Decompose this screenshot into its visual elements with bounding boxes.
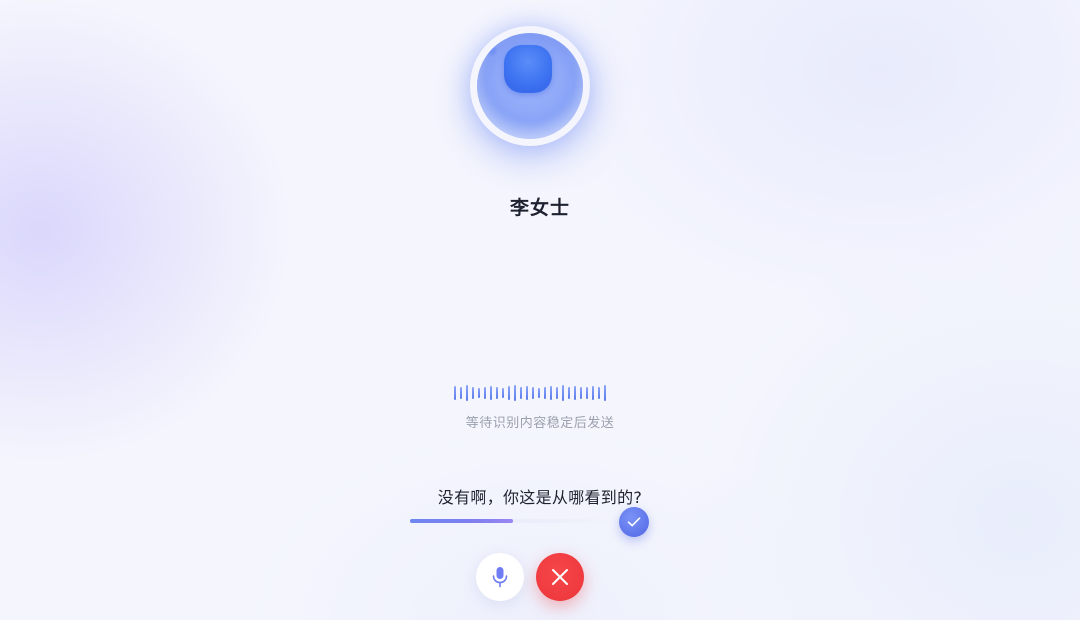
waveform-bar	[466, 385, 468, 401]
waveform-bar	[484, 387, 486, 399]
microphone-icon	[492, 567, 508, 588]
waveform-bar	[508, 386, 510, 400]
waveform-bar	[454, 386, 456, 400]
waveform-bar	[514, 385, 516, 401]
waveform-bar	[604, 385, 606, 401]
waveform-bar	[550, 386, 552, 400]
checkmark-icon	[627, 517, 641, 527]
voice-waveform-icon	[450, 384, 610, 402]
waveform-bar	[544, 387, 546, 399]
waveform-bar	[586, 387, 588, 399]
recognition-status-text: 等待识别内容稳定后发送	[465, 416, 615, 431]
transcript-text: 没有啊，你这是从哪看到的?	[437, 488, 643, 507]
waveform-bar	[472, 387, 474, 399]
waveform-bar	[526, 386, 528, 400]
contact-name: 李女士	[509, 197, 570, 219]
hang-up-button[interactable]	[536, 553, 584, 601]
waveform-bar	[574, 386, 576, 400]
waveform-bar	[580, 387, 582, 399]
waveform-bar	[592, 386, 594, 400]
microphone-button[interactable]	[476, 553, 524, 601]
recognition-progress-fill	[410, 519, 513, 523]
waveform-bar	[502, 388, 504, 398]
waveform-bar	[520, 387, 522, 399]
waveform-bar	[496, 387, 498, 399]
send-confirm-button[interactable]	[619, 507, 649, 537]
waveform-bar	[598, 387, 600, 399]
waveform-bar	[532, 387, 534, 399]
voice-call-screen: 李女士 等待识别内容稳定后发送 没有啊，你这是从哪看到的?	[0, 0, 1080, 620]
waveform-bar	[562, 385, 564, 401]
avatar	[477, 33, 583, 139]
waveform-bar	[538, 388, 540, 398]
recognition-progress-bar	[410, 519, 624, 523]
waveform-bar	[490, 386, 492, 400]
close-icon	[552, 569, 568, 585]
waveform-bar	[460, 387, 462, 399]
waveform-bar	[478, 388, 480, 398]
waveform-bar	[568, 387, 570, 399]
waveform-bar	[556, 387, 558, 399]
